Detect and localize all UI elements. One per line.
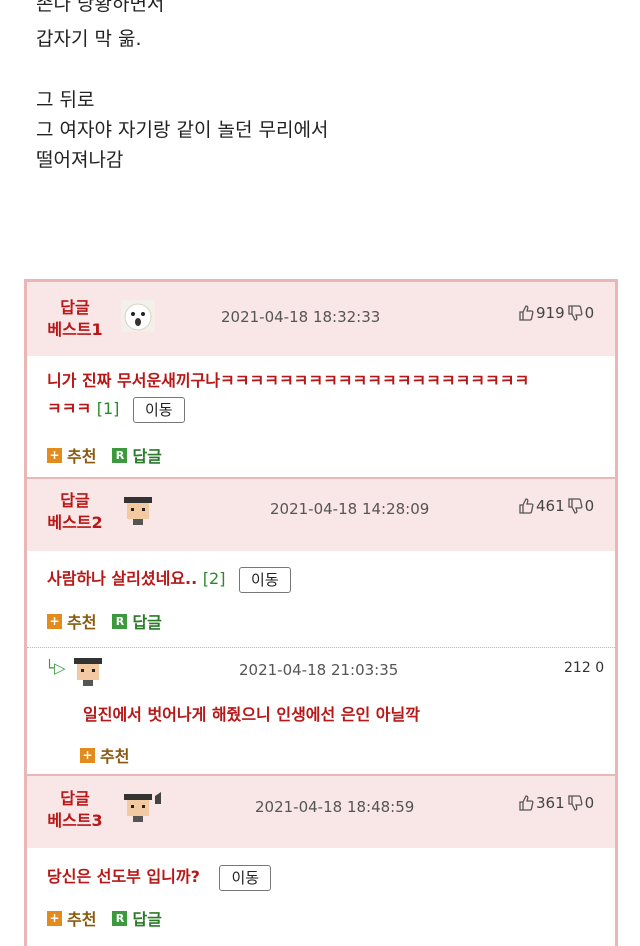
move-button[interactable]: 이동 xyxy=(133,396,185,423)
comment-header: 답글 베스트3 2021-04-18 18:48:59 361 0 xyxy=(27,776,615,848)
comment-date: 2021-04-18 18:32:33 xyxy=(221,308,381,326)
reply-label: 답글 xyxy=(132,447,162,466)
badge-rank-label: 베스트1 xyxy=(47,320,103,339)
comment-actions: + 추천 R 답글 xyxy=(47,443,162,467)
vote-counter: 919 0 xyxy=(518,304,594,322)
reply-label: 답글 xyxy=(132,910,162,929)
recommend-label: 추천 xyxy=(67,447,97,466)
recommend-button[interactable]: + 추천 xyxy=(47,609,96,633)
upvote-count: 461 xyxy=(536,497,565,515)
recommend-button[interactable]: + 추천 xyxy=(47,906,96,930)
comment-text: 사람하나 살리셨네요.. [2] 이동 xyxy=(47,566,291,593)
recommend-label: 추천 xyxy=(67,613,97,632)
reply-arrow-icon: └▷ xyxy=(45,659,66,677)
reply-actions: + 추천 xyxy=(80,743,129,767)
plus-icon: + xyxy=(47,447,62,463)
comment-date: 2021-04-18 14:28:09 xyxy=(270,500,430,518)
reply-text: 일진에서 벗어나게 해줬으니 인생에선 은인 아닐깍 xyxy=(83,705,420,724)
comment-actions: + 추천 R 답글 xyxy=(47,609,162,633)
reply-r-icon: R xyxy=(112,613,128,629)
comment-body: 니가 진짜 무서운새끼구나ㅋㅋㅋㅋㅋㅋㅋㅋㅋㅋㅋㅋㅋㅋㅋㅋㅋㅋㅋㅋㅋ ㅋㅋㅋ [… xyxy=(27,356,615,477)
pixel-person-avatar-icon[interactable] xyxy=(121,495,155,525)
upvote-count: 361 xyxy=(536,794,565,812)
best-badge: 답글 베스트2 xyxy=(45,490,105,534)
comment-header: 답글 베스트1 2021-04-18 18:32:33 919 0 xyxy=(27,282,615,356)
badge-reply-label: 답글 xyxy=(60,491,90,510)
story-line: 존나 당황하면서 xyxy=(36,0,165,15)
vote-counter: 461 0 xyxy=(518,497,594,515)
comment-actions: + 추천 R 답글 xyxy=(47,906,162,930)
move-button[interactable]: 이동 xyxy=(219,864,272,891)
nested-reply: └▷ 2021-04-18 21:03:35 212 0 일진에서 벗어나게 해… xyxy=(27,648,615,774)
thumbs-down-icon[interactable] xyxy=(567,795,583,811)
reply-button[interactable]: R 답글 xyxy=(112,609,162,633)
best-comments-board: 답글 베스트1 2021-04-18 18:32:33 919 0 니가 진짜 … xyxy=(24,279,618,946)
story-line: 그 뒤로 xyxy=(36,89,95,111)
comment-header: 답글 베스트2 2021-04-18 14:28:09 461 0 xyxy=(27,479,615,551)
upvote-count: 212 xyxy=(564,660,591,676)
story-line: 갑자기 막 욺. xyxy=(36,28,142,50)
comment-text-line: ㅋㅋㅋ [1] 이동 xyxy=(47,396,529,423)
thumbs-up-icon[interactable] xyxy=(518,305,534,321)
story-line: 그 여자야 자기랑 같이 놀던 무리에서 xyxy=(36,119,329,141)
comment-body: 사람하나 살리셨네요.. [2] 이동 + 추천 R 답글 xyxy=(27,551,615,647)
story-line: 떨어져나감 xyxy=(36,149,124,171)
vote-counter: 361 0 xyxy=(518,794,594,812)
pixel-person-avatar-icon[interactable] xyxy=(71,656,105,686)
badge-rank-label: 베스트2 xyxy=(47,513,103,532)
plus-icon: + xyxy=(47,910,62,926)
badge-reply-label: 답글 xyxy=(60,789,90,808)
reply-button[interactable]: R 답글 xyxy=(112,443,162,467)
pixel-person-avatar-icon[interactable] xyxy=(121,792,163,822)
comment-text: 니가 진짜 무서운새끼구나ㅋㅋㅋㅋㅋㅋㅋㅋㅋㅋㅋㅋㅋㅋㅋㅋㅋㅋㅋㅋㅋ ㅋㅋㅋ [… xyxy=(47,368,529,423)
thumbs-up-icon[interactable] xyxy=(518,795,534,811)
move-button[interactable]: 이동 xyxy=(239,566,291,593)
comment-text: 당신은 선도부 입니까? 이동 xyxy=(47,864,272,891)
reply-date: 2021-04-18 21:03:35 xyxy=(239,661,399,679)
downvote-count: 0 xyxy=(584,304,595,322)
reply-count-ref[interactable]: [2] xyxy=(203,569,226,588)
reply-r-icon: R xyxy=(112,910,128,926)
upvote-count: 919 xyxy=(536,304,565,322)
reply-vote-counter: 212 0 xyxy=(564,660,604,676)
downvote-count: 0 xyxy=(595,660,605,676)
recommend-label: 추천 xyxy=(67,910,97,929)
downvote-count: 0 xyxy=(584,794,595,812)
downvote-count: 0 xyxy=(584,497,595,515)
reply-count-ref[interactable]: [1] xyxy=(97,399,120,418)
plus-icon: + xyxy=(47,613,62,629)
reply-label: 답글 xyxy=(132,613,162,632)
dog-avatar-icon[interactable] xyxy=(121,300,155,332)
badge-rank-label: 베스트3 xyxy=(47,811,103,830)
reply-r-icon: R xyxy=(112,447,128,463)
recommend-label: 추천 xyxy=(100,747,130,766)
comment-text-line: 당신은 선도부 입니까? xyxy=(47,867,200,886)
best-badge: 답글 베스트3 xyxy=(45,788,105,832)
thumbs-up-icon[interactable] xyxy=(518,498,534,514)
comment-text-line: 사람하나 살리셨네요.. xyxy=(47,569,198,588)
best-badge: 답글 베스트1 xyxy=(45,297,105,341)
badge-reply-label: 답글 xyxy=(60,298,90,317)
recommend-button[interactable]: + 추천 xyxy=(47,443,96,467)
comment-text-line: 니가 진짜 무서운새끼구나ㅋㅋㅋㅋㅋㅋㅋㅋㅋㅋㅋㅋㅋㅋㅋㅋㅋㅋㅋㅋㅋ xyxy=(47,371,530,390)
comment-text-continued: ㅋㅋㅋ xyxy=(47,399,92,418)
thumbs-down-icon[interactable] xyxy=(567,305,583,321)
reply-button[interactable]: R 답글 xyxy=(112,906,162,930)
recommend-button[interactable]: + 추천 xyxy=(80,743,129,767)
plus-icon: + xyxy=(80,747,95,763)
comment-body: 당신은 선도부 입니까? 이동 + 추천 R 답글 xyxy=(27,848,615,946)
thumbs-down-icon[interactable] xyxy=(567,498,583,514)
comment-date: 2021-04-18 18:48:59 xyxy=(255,798,415,816)
